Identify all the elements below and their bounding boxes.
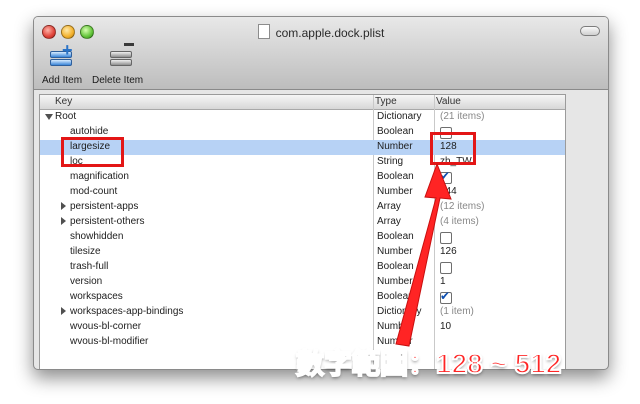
toolbar: com.apple.dock.plist + Add Item Delete I… — [34, 17, 608, 90]
table-row[interactable]: persistent-others Array (4 items) — [40, 215, 565, 230]
column-type-header[interactable]: Type — [375, 96, 397, 107]
column-value-header[interactable]: Value — [436, 96, 461, 107]
range-annotation: 數字範圍：128 ~ 512 — [295, 347, 562, 380]
checkmark-icon: ✔ — [440, 289, 451, 303]
table-row[interactable]: tilesize Number 126 — [40, 245, 565, 260]
table-row[interactable]: wvous-bl-corner Number 10 — [40, 320, 565, 335]
add-item-label: Add Item — [42, 75, 83, 86]
value-checkbox[interactable]: ✔ — [440, 289, 452, 304]
disclosure-triangle-collapsed-icon[interactable] — [61, 307, 66, 315]
add-item-icon: + — [48, 40, 76, 71]
disclosure-triangle-collapsed-icon[interactable] — [61, 217, 66, 225]
value-checkbox[interactable] — [440, 232, 452, 244]
table-row[interactable]: version Number 1 — [40, 275, 565, 290]
table-row[interactable]: magnification Boolean ✔ — [40, 169, 565, 185]
toolbar-toggle-button[interactable] — [580, 26, 600, 36]
disclosure-triangle-expanded-icon[interactable] — [45, 114, 53, 120]
highlight-box-key — [61, 137, 124, 167]
column-key-header[interactable]: Key — [55, 96, 72, 107]
window-title: com.apple.dock.plist — [34, 24, 608, 40]
highlight-box-value — [430, 132, 476, 165]
plist-editor-window: com.apple.dock.plist + Add Item Delete I… — [33, 16, 609, 370]
value-checkbox[interactable]: ✔ — [440, 169, 452, 184]
table-row[interactable]: showhidden Boolean — [40, 230, 565, 245]
table-row[interactable]: mod-count Number 344 — [40, 185, 565, 200]
table-row[interactable]: trash-full Boolean — [40, 260, 565, 275]
table-row[interactable]: Root Dictionary (21 items) — [40, 110, 565, 125]
checkmark-icon: ✔ — [440, 169, 451, 183]
table-row[interactable]: workspaces Boolean ✔ — [40, 289, 565, 305]
value-checkbox[interactable] — [440, 262, 452, 274]
delete-item-label: Delete Item — [92, 75, 144, 86]
disclosure-triangle-collapsed-icon[interactable] — [61, 202, 66, 210]
add-child-row-button[interactable]: + — [608, 159, 609, 175]
plist-table: Key Type Value Root Dictionary (21 items… — [39, 94, 566, 369]
table-header: Key Type Value — [40, 95, 565, 110]
table-row[interactable]: workspaces-app-bindings Dictionary (1 it… — [40, 305, 565, 320]
table-row[interactable]: persistent-apps Array (12 items) — [40, 200, 565, 215]
document-icon — [257, 24, 270, 39]
delete-item-icon — [108, 43, 136, 71]
